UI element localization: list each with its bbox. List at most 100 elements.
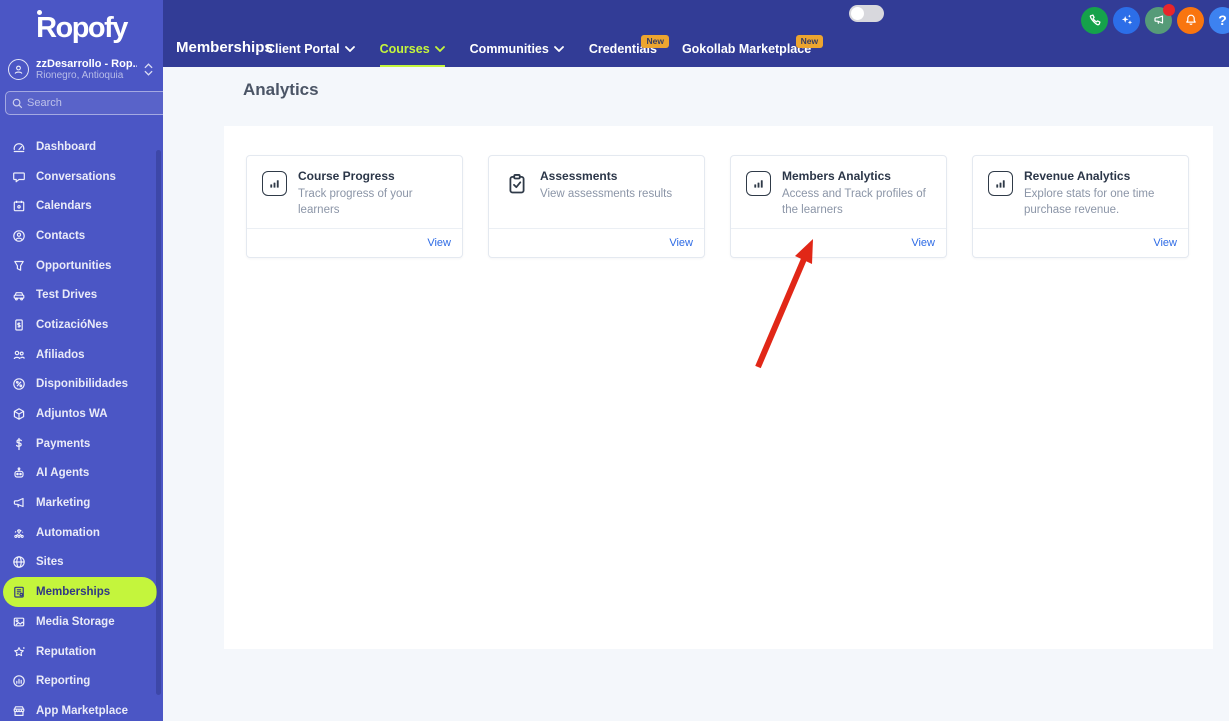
phone-button[interactable] bbox=[1081, 6, 1108, 34]
sidebar-item-payments[interactable]: Payments bbox=[0, 429, 163, 459]
tab-client-portal[interactable]: Client Portal bbox=[266, 42, 355, 67]
card-footer: View bbox=[973, 228, 1188, 257]
sidebar-item-label: Adjuntos WA bbox=[36, 408, 108, 421]
sidebar-item-cotizaciones[interactable]: CotizacióNes bbox=[0, 310, 163, 340]
sidebar-item-reporting[interactable]: Reporting bbox=[0, 666, 163, 696]
sidebar-item-app-marketplace[interactable]: App Marketplace bbox=[0, 696, 163, 721]
account-switch-chevrons-icon[interactable] bbox=[144, 63, 155, 76]
card-footer: View bbox=[247, 228, 462, 257]
chevron-down-icon bbox=[434, 46, 445, 52]
search-input[interactable] bbox=[27, 97, 163, 109]
cube-icon bbox=[11, 407, 27, 421]
brand-logo[interactable]: Ropofy bbox=[0, 0, 163, 56]
sidebar-scrollbar[interactable] bbox=[156, 150, 161, 695]
receipt-icon bbox=[11, 318, 27, 332]
view-link[interactable]: View bbox=[427, 237, 451, 249]
sidebar-item-label: Reputation bbox=[36, 645, 97, 658]
sidebar-item-label: Automation bbox=[36, 526, 100, 539]
dashboard-icon bbox=[11, 140, 27, 154]
account-name: zzDesarrollo - Rop... bbox=[36, 58, 137, 70]
sidebar-item-label: Sites bbox=[36, 556, 64, 569]
card-title: Assessments bbox=[540, 169, 618, 183]
sidebar-item-disponibilidades[interactable]: Disponibilidades bbox=[0, 370, 163, 400]
view-link[interactable]: View bbox=[1153, 237, 1177, 249]
card-revenue-analytics: Revenue Analytics Explore stats for one … bbox=[972, 155, 1189, 258]
sidebar-item-label: Disponibilidades bbox=[36, 378, 129, 391]
sidebar-item-label: Contacts bbox=[36, 229, 86, 242]
bar-chart-icon bbox=[988, 171, 1013, 196]
bar-chart-icon bbox=[746, 171, 771, 196]
sidebar-item-contacts[interactable]: Contacts bbox=[0, 221, 163, 251]
new-badge: New bbox=[641, 35, 669, 48]
sidebar-item-test-drives[interactable]: Test Drives bbox=[0, 280, 163, 310]
announcements-button[interactable] bbox=[1145, 3, 1175, 34]
people-icon bbox=[11, 348, 27, 362]
tab-courses[interactable]: Courses bbox=[379, 42, 445, 67]
card-footer: View bbox=[731, 228, 946, 257]
funnel-icon bbox=[11, 259, 27, 273]
report-icon bbox=[11, 674, 27, 688]
sidebar-item-label: Conversations bbox=[36, 170, 116, 183]
topnav: Client Portal Courses Communities Creden… bbox=[266, 35, 824, 67]
sidebar-item-reputation[interactable]: Reputation bbox=[0, 637, 163, 667]
view-link[interactable]: View bbox=[911, 237, 935, 249]
card-title: Revenue Analytics bbox=[1024, 169, 1131, 183]
analytics-cards: Course Progress Track progress of your l… bbox=[246, 155, 1189, 258]
sidebar-item-memberships[interactable]: Memberships bbox=[3, 577, 157, 607]
tab-label: Client Portal bbox=[266, 42, 340, 56]
card-body: Course Progress Track progress of your l… bbox=[247, 156, 462, 228]
topbar: Memberships Client Portal Courses Commun… bbox=[163, 0, 1229, 67]
sidebar-menu: Dashboard Conversations Calendars Contac… bbox=[0, 140, 163, 721]
card-body: Members Analytics Access and Track profi… bbox=[731, 156, 946, 228]
help-button[interactable]: ? bbox=[1209, 6, 1229, 34]
account-switcher[interactable]: zzDesarrollo - Rop... Rionegro, Antioqui… bbox=[0, 56, 163, 81]
topnav-title-memberships[interactable]: Memberships bbox=[176, 39, 273, 56]
view-link[interactable]: View bbox=[669, 237, 693, 249]
tab-label: Courses bbox=[379, 42, 430, 56]
contact-icon bbox=[11, 229, 27, 243]
sidebar-item-sites[interactable]: Sites bbox=[0, 548, 163, 578]
clipboard-check-icon bbox=[504, 171, 529, 196]
chat-icon bbox=[11, 170, 27, 184]
sidebar-item-afiliados[interactable]: Afiliados bbox=[0, 340, 163, 370]
ai-assistant-button[interactable] bbox=[1113, 6, 1140, 34]
sidebar-item-adjuntos-wa[interactable]: Adjuntos WA bbox=[0, 399, 163, 429]
sidebar-item-ai-agents[interactable]: AI Agents bbox=[0, 459, 163, 489]
new-badge: New bbox=[795, 35, 824, 48]
search-box[interactable]: ctrlK bbox=[5, 91, 163, 115]
sidebar-item-conversations[interactable]: Conversations bbox=[0, 162, 163, 192]
sidebar-item-marketing[interactable]: Marketing bbox=[0, 488, 163, 518]
sidebar-item-label: Media Storage bbox=[36, 615, 115, 628]
tab-gokollab-marketplace[interactable]: Gokollab Marketplace New bbox=[682, 35, 824, 67]
sidebar-item-label: Afiliados bbox=[36, 348, 85, 361]
sidebar-item-label: Test Drives bbox=[36, 289, 98, 302]
card-assessments: Assessments View assessments results Vie… bbox=[488, 155, 705, 258]
tab-credentials[interactable]: Credentials New bbox=[589, 35, 669, 67]
brand-logo-text: Ropofy bbox=[36, 9, 128, 44]
sidebar-item-label: Reporting bbox=[36, 675, 91, 688]
sidebar-item-media-storage[interactable]: Media Storage bbox=[0, 607, 163, 637]
sidebar-item-label: Memberships bbox=[36, 586, 111, 599]
automation-icon bbox=[11, 526, 27, 540]
chevron-down-icon bbox=[553, 46, 564, 52]
toggle-switch[interactable] bbox=[849, 5, 884, 22]
star-icon bbox=[11, 645, 27, 659]
sidebar-item-opportunities[interactable]: Opportunities bbox=[0, 251, 163, 281]
globe-icon bbox=[11, 555, 27, 569]
card-footer: View bbox=[489, 228, 704, 257]
sidebar-item-label: AI Agents bbox=[36, 467, 90, 480]
sidebar-search-row: ctrlK bbox=[5, 91, 163, 115]
sidebar-item-calendars[interactable]: Calendars bbox=[0, 191, 163, 221]
card-text: Assessments View assessments results bbox=[540, 169, 672, 228]
sidebar-item-dashboard[interactable]: Dashboard bbox=[0, 140, 163, 162]
sidebar-item-label: Marketing bbox=[36, 497, 91, 510]
account-avatar-icon bbox=[8, 59, 29, 80]
notifications-button[interactable] bbox=[1177, 6, 1204, 34]
bar-chart-icon bbox=[262, 171, 287, 196]
tab-communities[interactable]: Communities bbox=[470, 42, 564, 67]
sidebar-item-automation[interactable]: Automation bbox=[0, 518, 163, 548]
membership-icon bbox=[11, 585, 27, 599]
toggle-knob bbox=[851, 7, 864, 20]
car-icon bbox=[11, 288, 27, 302]
bell-icon bbox=[1185, 14, 1196, 25]
